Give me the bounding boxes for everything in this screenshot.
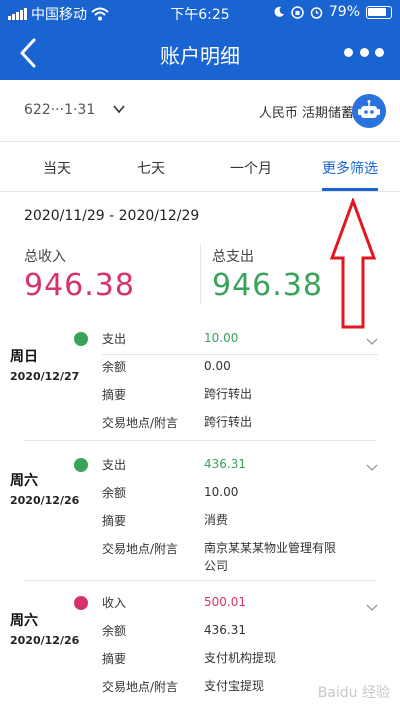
expense-dot-icon <box>74 332 88 346</box>
chevron-down-icon[interactable] <box>112 102 126 116</box>
chevron-down-icon[interactable] <box>366 602 378 614</box>
nav-bar: 账户明细 <box>0 30 400 76</box>
battery-icon <box>366 5 392 19</box>
account-currency-type: 人民币 活期储蓄 <box>258 106 354 121</box>
status-bar: 中国移动 下午6:25 79% <box>0 0 400 26</box>
transaction-date: 2020/12/26 <box>10 634 80 647</box>
date-filter-tabs: 当天 七天 一个月 更多筛选 <box>0 142 400 192</box>
balance-label: 余额 <box>102 486 127 500</box>
top-bar: 中国移动 下午6:25 79% 账户明细 <box>0 0 400 80</box>
place-value: 南京某某某物业管理有限公司 <box>204 541 337 573</box>
transaction-item[interactable]: 周六 2020/12/26 支出 436.31 余额 10.00 摘要 消费 交… <box>0 446 400 580</box>
transaction-type: 支出 <box>102 332 127 346</box>
transaction-day: 周六 <box>10 473 38 489</box>
summary-value: 跨行转出 <box>204 387 253 401</box>
summary-label: 摘要 <box>102 388 127 402</box>
place-label: 交易地点/附言 <box>102 416 179 430</box>
place-label: 交易地点/附言 <box>102 680 179 694</box>
transaction-item[interactable]: 周日 2020/12/27 支出 10.00 余额 0.00 摘要 跨行转出 交… <box>0 316 400 440</box>
income-dot-icon <box>74 596 88 610</box>
balance-label: 余额 <box>102 624 127 638</box>
summary-label: 摘要 <box>102 514 127 528</box>
summary-value: 支付机构提现 <box>204 651 277 665</box>
transaction-divider <box>24 580 376 581</box>
transaction-day: 周日 <box>10 349 38 365</box>
total-expense-label: 总支出 <box>212 249 254 265</box>
row-divider <box>102 354 378 355</box>
moon-icon <box>274 6 284 17</box>
tab-one-month[interactable]: 一个月 <box>206 158 296 178</box>
page-title: 账户明细 <box>160 44 240 68</box>
account-number: 622···1·31 <box>24 102 96 118</box>
total-income-value: 946.38 <box>24 268 135 303</box>
transaction-date: 2020/12/27 <box>10 370 80 383</box>
annotation-arrow-icon <box>330 198 376 329</box>
summary-value: 消费 <box>204 513 229 527</box>
balance-label: 余额 <box>102 360 127 374</box>
transaction-amount: 500.01 <box>204 595 246 609</box>
rotation-lock-icon <box>291 5 304 19</box>
transaction-type: 收入 <box>102 596 127 610</box>
expense-dot-icon <box>74 458 88 472</box>
summary-label: 摘要 <box>102 652 127 666</box>
robot-assistant-icon[interactable] <box>352 94 386 128</box>
total-expense-value: 946.38 <box>212 268 323 303</box>
balance-value: 0.00 <box>204 359 231 373</box>
balance-value: 436.31 <box>204 623 246 637</box>
chevron-down-icon[interactable] <box>366 462 378 474</box>
tab-seven-days[interactable]: 七天 <box>106 158 196 178</box>
total-income-label: 总收入 <box>24 249 66 265</box>
transaction-day: 周六 <box>10 613 38 629</box>
transaction-amount: 10.00 <box>204 331 239 345</box>
tab-today[interactable]: 当天 <box>12 158 102 178</box>
transaction-divider <box>24 440 376 441</box>
summary-divider <box>200 244 201 304</box>
transaction-date: 2020/12/26 <box>10 494 80 507</box>
more-menu-button[interactable] <box>344 40 384 64</box>
alarm-icon <box>310 6 323 19</box>
account-selector[interactable]: 622···1·31 人民币 活期储蓄 <box>0 80 400 142</box>
place-label: 交易地点/附言 <box>102 542 179 556</box>
date-range: 2020/11/29 - 2020/12/29 <box>24 208 200 224</box>
battery-percent: 79% <box>328 4 360 20</box>
tab-more-filters[interactable]: 更多筛选 <box>305 158 395 178</box>
watermark: Baidu 经验 <box>317 685 390 701</box>
transaction-amount: 436.31 <box>204 457 246 471</box>
active-tab-indicator <box>322 188 378 191</box>
balance-value: 10.00 <box>204 485 239 499</box>
place-value: 跨行转出 <box>204 415 253 429</box>
transaction-type: 支出 <box>102 458 127 472</box>
chevron-down-icon[interactable] <box>366 336 378 348</box>
